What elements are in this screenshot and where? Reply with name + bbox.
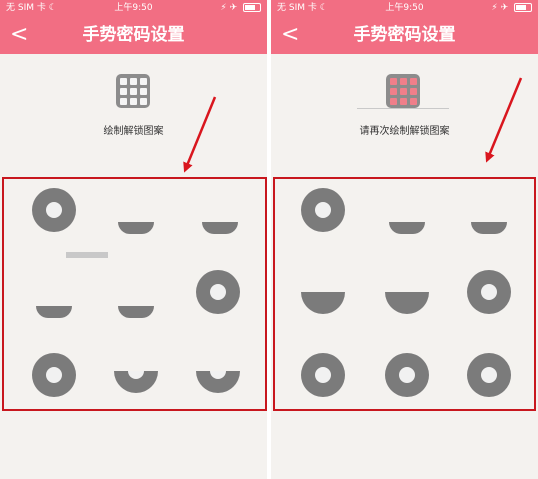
- red-arrow-annotation: [183, 96, 217, 173]
- annotation-layer: [183, 77, 523, 173]
- red-arrow-annotation: [485, 77, 523, 163]
